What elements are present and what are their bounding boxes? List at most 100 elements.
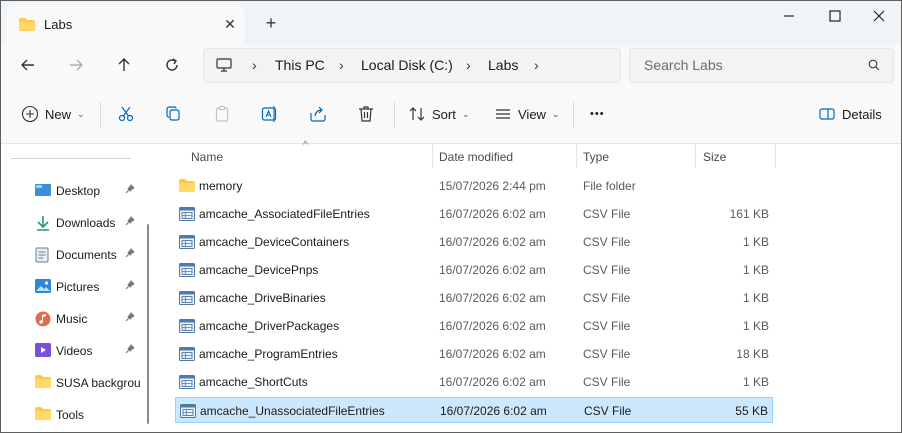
- column-divider[interactable]: [775, 144, 776, 168]
- share-button[interactable]: [309, 102, 327, 126]
- cut-button[interactable]: [117, 102, 135, 126]
- add-circle-icon: [21, 105, 39, 123]
- details-pane-icon: [819, 108, 835, 120]
- sidebar-item-tools[interactable]: Tools: [1, 401, 148, 429]
- sort-button[interactable]: Sort ⌄: [408, 102, 469, 126]
- file-row[interactable]: amcache_ShortCuts 16/07/2026 6:02 am CSV F…: [175, 369, 773, 395]
- csv-file-icon: [179, 319, 195, 336]
- maximize-button[interactable]: [812, 1, 857, 31]
- column-divider[interactable]: [695, 144, 696, 168]
- sidebar-item-documents[interactable]: Documents: [1, 241, 148, 269]
- breadcrumb-chevron[interactable]: ›: [534, 57, 539, 73]
- file-size: 1 KB: [742, 375, 769, 389]
- file-size: 161 KB: [729, 207, 769, 221]
- file-type: CSV File: [583, 375, 631, 389]
- file-row[interactable]: amcache_DriveBinaries 16/07/2026 6:02 am C…: [175, 285, 773, 311]
- sidebar-item-videos[interactable]: Videos: [1, 337, 148, 365]
- file-name: amcache_UnassociatedFileEntries: [200, 404, 385, 418]
- folder-icon: [179, 179, 195, 195]
- file-date-modified: 16/07/2026 6:02 am: [439, 347, 546, 361]
- tab-close-icon[interactable]: ✕: [221, 15, 239, 33]
- breadcrumb-chevron[interactable]: ›: [466, 57, 471, 73]
- sidebar-item-downloads[interactable]: Downloads: [1, 209, 148, 237]
- pictures-icon: [35, 279, 51, 296]
- view-button[interactable]: View ⌄: [494, 102, 560, 126]
- delete-button[interactable]: [357, 102, 375, 126]
- column-header-date[interactable]: Date modified: [439, 144, 575, 172]
- file-date-modified: 16/07/2026 6:02 am: [439, 235, 546, 249]
- sort-ascending-icon: ^: [303, 140, 308, 151]
- breadcrumb-chevron[interactable]: ›: [252, 57, 257, 73]
- breadcrumb-local-disk[interactable]: Local Disk (C:): [361, 57, 453, 73]
- file-row[interactable]: amcache_DevicePnps 16/07/2026 6:02 am CSV …: [175, 257, 773, 283]
- new-tab-button[interactable]: +: [261, 13, 281, 33]
- column-header-label: Date modified: [439, 150, 514, 164]
- scissors-icon: [118, 106, 134, 122]
- forward-button[interactable]: [62, 53, 90, 77]
- clipboard-icon: [215, 105, 229, 122]
- close-button[interactable]: [856, 1, 901, 31]
- details-pane-button[interactable]: Details: [818, 102, 882, 126]
- tab-labs[interactable]: Labs ✕: [7, 5, 245, 45]
- sidebar-item-label: Pictures: [56, 280, 100, 294]
- file-date-modified: 16/07/2026 6:02 am: [439, 263, 546, 277]
- refresh-icon: [166, 58, 178, 71]
- breadcrumb-this-pc[interactable]: This PC: [275, 57, 325, 73]
- file-row[interactable]: amcache_ProgramEntries 16/07/2026 6:02 am…: [175, 341, 773, 367]
- sidebar-divider: [11, 158, 131, 159]
- column-header-label: Type: [583, 150, 610, 164]
- new-button[interactable]: New ⌄: [21, 102, 85, 126]
- file-type: CSV File: [583, 291, 631, 305]
- breadcrumb-labs[interactable]: Labs: [488, 57, 518, 73]
- file-date-modified: 16/07/2026 6:02 am: [439, 375, 546, 389]
- file-name: amcache_AssociatedFileEntries: [199, 207, 370, 221]
- more-options-button[interactable]: •••: [590, 102, 605, 126]
- column-divider[interactable]: [576, 144, 577, 168]
- copy-button[interactable]: [165, 102, 183, 126]
- file-type: CSV File: [583, 235, 631, 249]
- search-icon: [868, 59, 880, 74]
- file-row[interactable]: amcache_AssociatedFileEntries 16/07/2026 …: [175, 201, 773, 227]
- title-bar: Labs ✕ +: [1, 1, 901, 45]
- file-date-modified: 16/07/2026 6:02 am: [439, 291, 546, 305]
- sidebar-item-susa-background[interactable]: SUSA backgrou: [1, 369, 148, 397]
- refresh-button[interactable]: [158, 53, 186, 77]
- file-size: 1 KB: [742, 263, 769, 277]
- column-header-type[interactable]: Type: [583, 144, 693, 172]
- address-bar[interactable]: › This PC › Local Disk (C:) › Labs ›: [203, 48, 621, 83]
- sidebar-item-pictures[interactable]: Pictures: [1, 273, 148, 301]
- breadcrumb-chevron[interactable]: ›: [339, 57, 344, 73]
- sidebar-scrollbar[interactable]: [147, 224, 149, 424]
- file-size: 55 KB: [735, 404, 768, 418]
- paste-button[interactable]: [213, 102, 231, 126]
- sidebar-item-desktop[interactable]: Desktop: [1, 177, 148, 205]
- file-row[interactable]: memory 15/07/2026 2:44 pm File folder: [175, 173, 773, 199]
- file-type: CSV File: [583, 263, 631, 277]
- file-row[interactable]: amcache_DriverPackages 16/07/2026 6:02 am…: [175, 313, 773, 339]
- search-box[interactable]: Search Labs: [629, 48, 894, 83]
- csv-file-icon: [179, 207, 195, 224]
- view-list-icon: [496, 109, 510, 119]
- sort-icon: [409, 107, 425, 121]
- maximize-icon: [828, 10, 841, 22]
- rename-button[interactable]: [261, 102, 279, 126]
- file-name: amcache_DeviceContainers: [199, 235, 350, 249]
- file-row[interactable]: amcache_DeviceContainers 16/07/2026 6:02 …: [175, 229, 773, 255]
- minimize-button[interactable]: [766, 1, 811, 31]
- column-header-name[interactable]: Name ^: [191, 140, 431, 172]
- search-placeholder: Search Labs: [644, 57, 723, 73]
- file-row[interactable]: amcache_UnassociatedFileEntries 16/07/202…: [175, 397, 773, 423]
- close-icon: [873, 10, 884, 22]
- column-divider[interactable]: [432, 144, 433, 168]
- up-button[interactable]: [110, 53, 138, 77]
- file-name: amcache_DriveBinaries: [199, 291, 326, 305]
- file-date-modified: 15/07/2026 2:44 pm: [439, 179, 546, 193]
- column-header-size[interactable]: Size: [703, 144, 773, 172]
- file-name: memory: [199, 179, 243, 193]
- sidebar-item-label: SUSA backgrou: [56, 376, 141, 390]
- new-label: New: [45, 106, 72, 122]
- sidebar-item-music[interactable]: Music: [1, 305, 148, 333]
- arrow-up-icon: [118, 58, 130, 71]
- back-button[interactable]: [14, 53, 42, 77]
- csv-file-icon: [180, 404, 196, 421]
